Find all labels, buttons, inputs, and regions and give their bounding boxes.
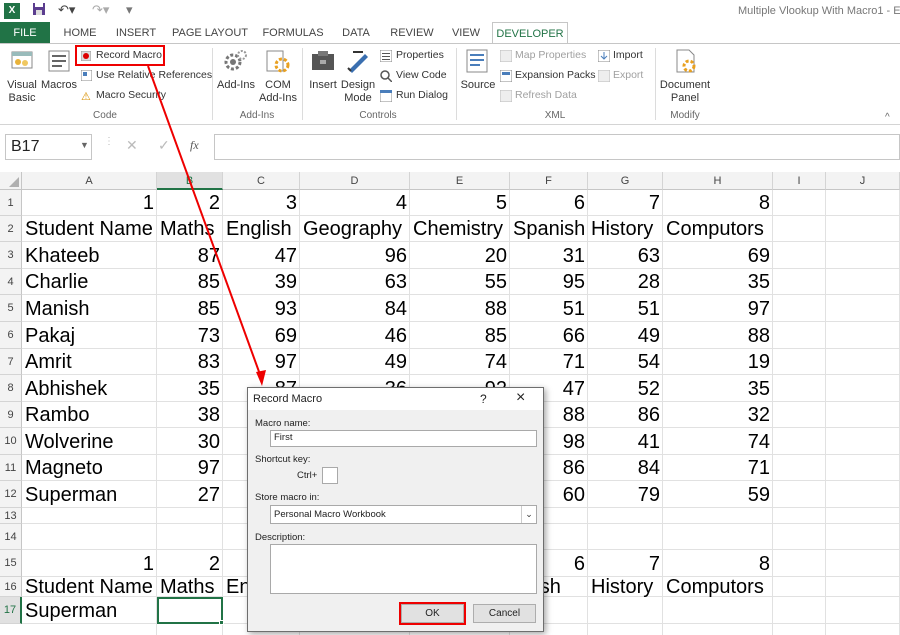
store-macro-label: Store macro in: — [255, 492, 320, 503]
macro-name-value: First — [274, 432, 293, 443]
store-macro-value: Personal Macro Workbook — [274, 509, 386, 520]
dialog-title: Record Macro — [248, 388, 543, 410]
record-macro-dialog: Record Macro ? × Macro name: First Short… — [247, 387, 544, 632]
dialog-close-button[interactable]: × — [516, 389, 525, 407]
shortcut-key-input[interactable] — [322, 467, 338, 484]
arrow-head — [256, 370, 266, 386]
description-textarea[interactable] — [270, 544, 537, 594]
dialog-help-button[interactable]: ? — [480, 392, 487, 406]
shortcut-key-label: Shortcut key: — [255, 454, 311, 465]
store-macro-select[interactable]: Personal Macro Workbook — [270, 505, 537, 524]
ctrl-label: Ctrl+ — [297, 470, 318, 481]
arrow-line — [147, 65, 263, 381]
macro-name-input[interactable]: First — [270, 430, 537, 447]
description-label: Description: — [255, 532, 306, 543]
macro-name-label: Macro name: — [255, 418, 311, 429]
store-dropdown-chevron-icon[interactable]: ⌄ — [521, 506, 536, 523]
ok-highlight — [399, 602, 466, 625]
cancel-button[interactable]: Cancel — [473, 604, 536, 623]
